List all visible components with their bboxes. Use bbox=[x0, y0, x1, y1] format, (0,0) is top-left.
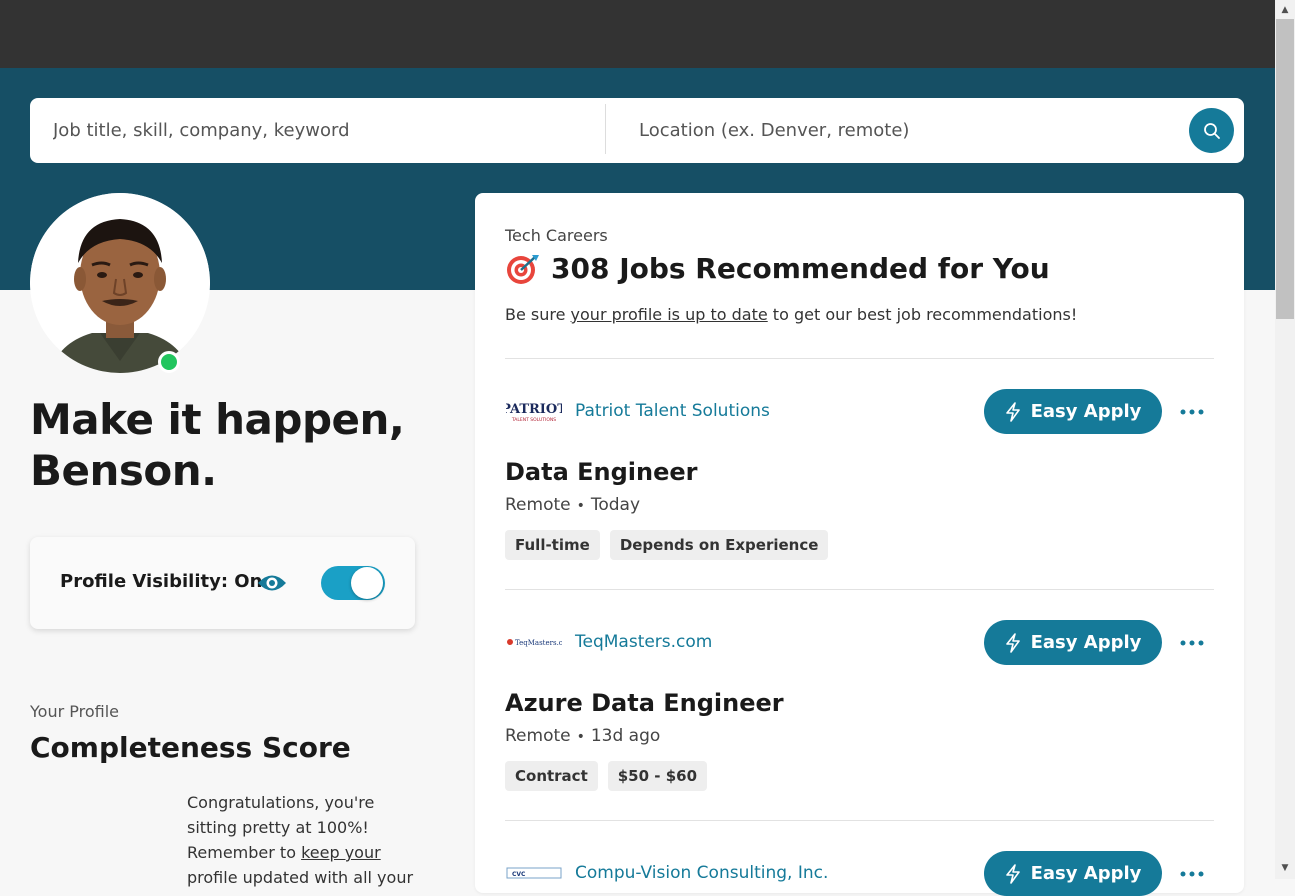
subtitle-text-start: Be sure bbox=[505, 305, 571, 324]
job-recommendations-panel: Tech Careers 308 Jobs Recommended for Yo… bbox=[475, 193, 1244, 896]
job-location: Remote bbox=[505, 726, 571, 746]
more-options-button[interactable] bbox=[1178, 398, 1206, 426]
recommendations-title-text: 308 Jobs Recommended for You bbox=[551, 252, 1050, 285]
company-logo[interactable]: TeqMasters.com bbox=[505, 629, 563, 655]
teqmasters-logo-graphic: TeqMasters.com bbox=[507, 639, 562, 647]
recommendations-title: 308 Jobs Recommended for You bbox=[505, 252, 1050, 285]
scroll-up-arrow[interactable]: ▲ bbox=[1275, 1, 1295, 19]
subtitle-text-end: to get our best job recommendations! bbox=[767, 305, 1078, 324]
profile-visibility-label: Profile Visibility: On bbox=[60, 571, 263, 592]
target-icon bbox=[507, 254, 539, 284]
easy-apply-label: Easy Apply bbox=[1030, 632, 1142, 653]
company-link[interactable]: TeqMasters.com bbox=[575, 632, 712, 652]
divider bbox=[505, 820, 1214, 821]
more-icon bbox=[1180, 409, 1204, 415]
more-options-button[interactable] bbox=[1178, 860, 1206, 888]
avatar-photo bbox=[30, 193, 210, 373]
lightning-icon bbox=[1005, 401, 1020, 422]
job-meta: Remote • 13d ago bbox=[505, 726, 660, 746]
job-tags: Full-time Depends on Experience bbox=[505, 530, 829, 560]
job-title[interactable]: Azure Data Engineer bbox=[505, 689, 784, 717]
profile-visibility-card: Profile Visibility: On bbox=[30, 537, 415, 629]
job-search-bar bbox=[30, 98, 1244, 163]
search-icon bbox=[1203, 122, 1220, 139]
easy-apply-button[interactable]: Easy Apply bbox=[984, 851, 1162, 896]
search-button[interactable] bbox=[1189, 108, 1234, 153]
meta-separator: • bbox=[576, 498, 585, 514]
company-link[interactable]: Compu-Vision Consulting, Inc. bbox=[575, 863, 828, 883]
online-status-indicator bbox=[158, 351, 180, 373]
easy-apply-button[interactable]: Easy Apply bbox=[984, 620, 1162, 665]
keyword-search-input[interactable] bbox=[53, 98, 593, 163]
company-logo[interactable]: CVC bbox=[505, 860, 563, 886]
job-title[interactable]: Data Engineer bbox=[505, 458, 698, 486]
completeness-score-title: Completeness Score bbox=[30, 731, 351, 764]
profile-section-kicker: Your Profile bbox=[30, 702, 119, 721]
compu-vision-logo-graphic: CVC bbox=[506, 867, 562, 879]
job-meta: Remote • Today bbox=[505, 495, 640, 515]
easy-apply-label: Easy Apply bbox=[1030, 401, 1142, 422]
easy-apply-label: Easy Apply bbox=[1030, 863, 1142, 884]
meta-separator: • bbox=[576, 729, 585, 745]
completeness-message: Congratulations, you're sitting pretty a… bbox=[187, 790, 417, 890]
company-logo[interactable]: PATRIOT TALENT SOLUTIONS bbox=[505, 398, 563, 424]
update-profile-link[interactable]: your profile is up to date bbox=[571, 305, 768, 324]
job-posted-date: 13d ago bbox=[590, 726, 661, 746]
job-posted-date: Today bbox=[590, 495, 641, 515]
logo-wordmark: TeqMasters.com bbox=[515, 639, 562, 647]
pay-tag: Depends on Experience bbox=[609, 530, 829, 560]
scrollbar-thumb[interactable] bbox=[1276, 19, 1294, 319]
job-type-tag: Full-time bbox=[505, 530, 600, 560]
greeting-heading: Make it happen, Benson. bbox=[30, 395, 405, 495]
completeness-text-end: profile updated with all your bbox=[187, 868, 414, 887]
scroll-down-arrow[interactable]: ▼ bbox=[1275, 859, 1295, 877]
toggle-knob bbox=[351, 567, 383, 599]
logo-wordmark: PATRIOT bbox=[506, 402, 562, 417]
more-icon bbox=[1180, 871, 1204, 877]
job-location: Remote bbox=[505, 495, 571, 515]
logo-wordmark: CVC bbox=[512, 871, 526, 878]
browser-top-bar bbox=[0, 0, 1275, 68]
recommendations-subtitle: Be sure your profile is up to date to ge… bbox=[505, 305, 1077, 324]
location-search-input[interactable] bbox=[639, 98, 1179, 163]
pay-tag: $50 - $60 bbox=[607, 761, 708, 791]
divider bbox=[505, 358, 1214, 359]
logo-subtext: TALENT SOLUTIONS bbox=[511, 417, 556, 423]
patriot-logo-graphic: PATRIOT TALENT SOLUTIONS bbox=[506, 402, 562, 423]
job-tags: Contract $50 - $60 bbox=[505, 761, 708, 791]
avatar[interactable] bbox=[30, 193, 210, 373]
keep-profile-updated-link[interactable]: keep your bbox=[301, 843, 381, 862]
easy-apply-button[interactable]: Easy Apply bbox=[984, 389, 1162, 434]
lightning-icon bbox=[1005, 863, 1020, 884]
recommendations-kicker: Tech Careers bbox=[505, 226, 608, 245]
lightning-icon bbox=[1005, 632, 1020, 653]
search-divider bbox=[605, 104, 606, 154]
company-link[interactable]: Patriot Talent Solutions bbox=[575, 401, 770, 421]
profile-visibility-toggle[interactable] bbox=[321, 566, 385, 600]
job-type-tag: Contract bbox=[505, 761, 598, 791]
more-icon bbox=[1180, 640, 1204, 646]
more-options-button[interactable] bbox=[1178, 629, 1206, 657]
divider bbox=[505, 589, 1214, 590]
eye-icon bbox=[258, 575, 286, 591]
